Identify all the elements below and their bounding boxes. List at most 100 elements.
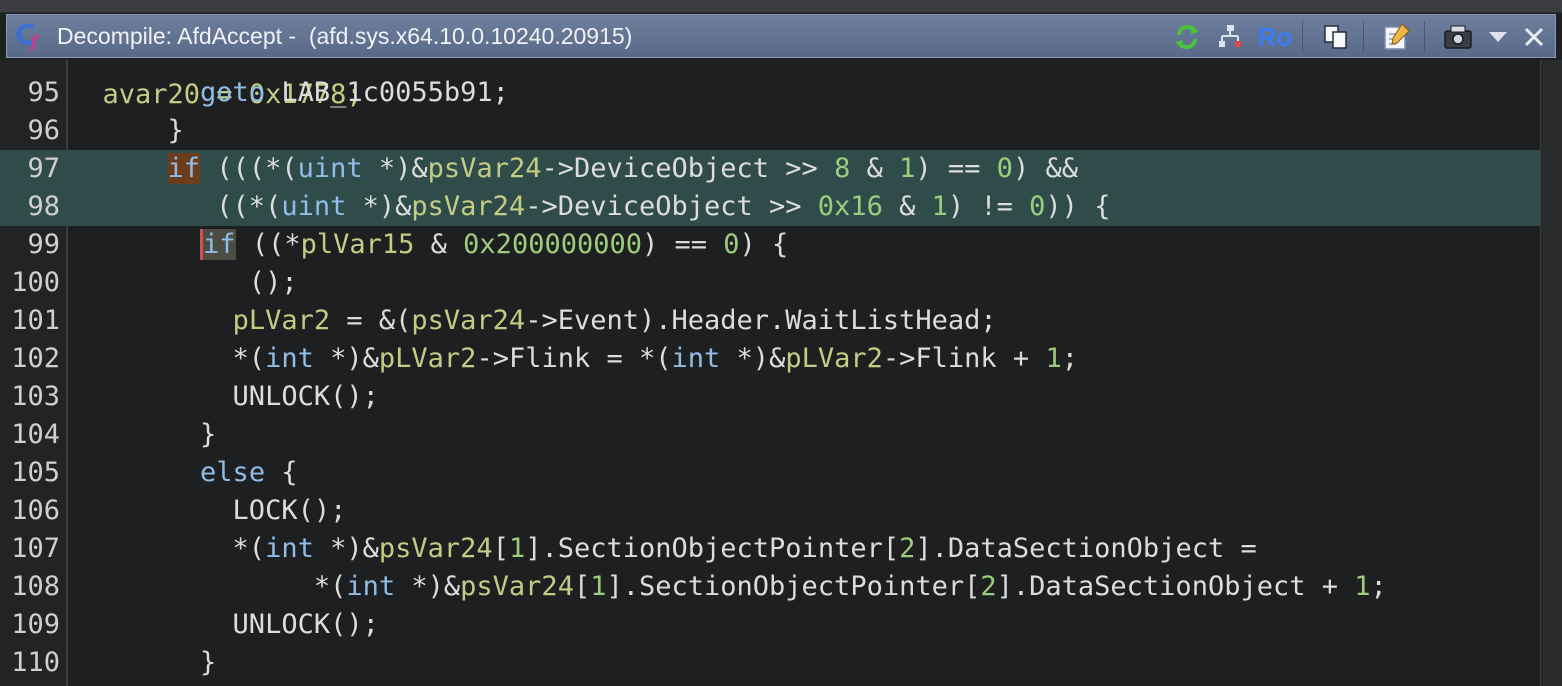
code-token: LAB_1c0055b91;	[265, 77, 509, 108]
code-line[interactable]: 102 *(int *)&pLVar2->Flink = *(int *)&pL…	[0, 340, 1540, 378]
code-token: int	[265, 343, 314, 374]
line-number: 105	[11, 457, 60, 488]
code-text[interactable]: }	[70, 416, 216, 454]
code-token: LOCK();	[70, 495, 347, 526]
copy-icon[interactable]	[1317, 19, 1355, 55]
code-token: ) !=	[947, 191, 1030, 222]
code-editor[interactable]: avar20 = 0x1778; 95 goto LAB_1c0055b91; 9…	[0, 60, 1540, 686]
refresh-icon[interactable]	[1168, 19, 1206, 55]
code-text[interactable]: if (((*(uint *)&psVar24->DeviceObject >>…	[70, 150, 1078, 188]
decompiler-window: Cf Decompile: AfdAccept - (afd.sys.x64.1…	[0, 0, 1562, 686]
code-token: int	[671, 343, 721, 374]
vertical-scrollbar[interactable]	[1540, 60, 1562, 686]
code-text[interactable]: LOCK();	[70, 492, 347, 530]
code-line[interactable]: 96 }	[0, 112, 1540, 150]
code-token: *)&	[346, 191, 412, 222]
code-token: UNLOCK();	[70, 609, 379, 640]
code-line[interactable]: 100 ();	[0, 264, 1540, 302]
code-token: ) ==	[641, 229, 724, 260]
code-text[interactable]: }	[70, 644, 216, 682]
code-line[interactable]: 108 *(int *)&psVar24[1].SectionObjectPoi…	[0, 568, 1540, 606]
code-text[interactable]: if ((*plVar15 & 0x200000000) == 0) {	[70, 226, 788, 264]
code-token: 2	[899, 533, 916, 564]
read-only-toggle[interactable]: Ro	[1256, 19, 1294, 55]
code-token: {	[265, 457, 298, 488]
line-number: 101	[11, 305, 60, 336]
snapshot-icon[interactable]	[1439, 19, 1477, 55]
code-token: ) ==	[915, 153, 997, 184]
code-token: = &(	[330, 305, 412, 336]
code-line[interactable]: 110 }	[0, 644, 1540, 682]
code-token: 0	[996, 153, 1013, 184]
code-token: ->Flink +	[882, 343, 1046, 374]
code-text[interactable]: }	[70, 112, 184, 150]
code-text[interactable]: pLVar2 = &(psVar24->Event).Header.WaitLi…	[70, 302, 997, 340]
code-token: pLVar2	[785, 343, 883, 374]
code-line[interactable]: 109 UNLOCK();	[0, 606, 1540, 644]
code-token: int	[346, 571, 396, 602]
code-token: ((*	[235, 229, 301, 260]
code-line[interactable]: 106 LOCK();	[0, 492, 1540, 530]
code-token: ;	[1061, 343, 1078, 374]
code-token: psVar24	[378, 533, 493, 564]
code-token: )) {	[1045, 191, 1111, 222]
line-number: 102	[11, 343, 60, 374]
code-text[interactable]: goto LAB_1c0055b91;	[70, 74, 509, 112]
code-token: 1	[899, 153, 916, 184]
decompiler-app-icon: Cf	[15, 18, 38, 53]
code-token: *(	[70, 343, 266, 374]
code-token: psVar24	[411, 191, 526, 222]
top-strip	[0, 0, 1562, 13]
line-number: 107	[11, 533, 60, 564]
code-token: 1	[1045, 343, 1062, 374]
code-token: }	[70, 647, 217, 678]
code-line[interactable]: 99 if ((*plVar15 & 0x200000000) == 0) {	[0, 226, 1540, 264]
code-token: psVar24	[460, 571, 574, 602]
line-number: 98	[27, 191, 60, 222]
code-token: *)&	[313, 533, 379, 564]
code-line[interactable]: 98 ((*(uint *)&psVar24->DeviceObject >> …	[0, 188, 1540, 226]
code-line[interactable]: 107 *(int *)&psVar24[1].SectionObjectPoi…	[0, 530, 1540, 568]
line-number: 109	[11, 609, 60, 640]
code-token: psVar24	[427, 153, 542, 184]
code-text[interactable]: UNLOCK();	[70, 606, 379, 644]
title-bar[interactable]: Cf Decompile: AfdAccept - (afd.sys.x64.1…	[6, 14, 1556, 58]
edit-icon[interactable]	[1378, 19, 1416, 55]
code-token: *(	[70, 571, 347, 602]
code-token: else	[200, 457, 266, 488]
code-token: *)&	[313, 343, 379, 374]
code-token: 8	[834, 153, 851, 184]
code-line[interactable]: 101 pLVar2 = &(psVar24->Event).Header.Wa…	[0, 302, 1540, 340]
code-text[interactable]: UNLOCK();	[70, 378, 379, 416]
code-token: uint	[281, 191, 347, 222]
code-token: &	[414, 229, 464, 260]
code-text[interactable]: ();	[70, 264, 298, 302]
code-text[interactable]: else {	[70, 454, 298, 492]
code-line[interactable]: 105 else {	[0, 454, 1540, 492]
line-number: 108	[11, 571, 60, 602]
code-token: (((*(	[200, 153, 298, 184]
code-line[interactable]: 104 }	[0, 416, 1540, 454]
code-token: pLVar2	[378, 343, 477, 374]
line-number: 97	[27, 153, 60, 184]
code-token: *)&	[362, 153, 428, 184]
code-token: *)&	[720, 343, 786, 374]
code-token: uint	[297, 153, 363, 184]
line-number: 95	[27, 77, 60, 108]
code-text[interactable]: ((*(uint *)&psVar24->DeviceObject >> 0x1…	[70, 188, 1110, 226]
graph-icon[interactable]	[1212, 19, 1250, 55]
code-token: ;	[1370, 571, 1387, 602]
close-icon[interactable]	[1519, 19, 1549, 55]
code-line[interactable]: 103 UNLOCK();	[0, 378, 1540, 416]
code-line[interactable]: 95 goto LAB_1c0055b91;	[0, 74, 1540, 112]
line-number: 96	[27, 115, 60, 146]
code-text[interactable]: *(int *)&psVar24[1].SectionObjectPointer…	[70, 568, 1387, 606]
code-text[interactable]: *(int *)&psVar24[1].SectionObjectPointer…	[70, 530, 1257, 568]
code-line[interactable]: 97 if (((*(uint *)&psVar24->DeviceObject…	[0, 150, 1540, 188]
code-token: 1	[931, 191, 948, 222]
chevron-down-icon[interactable]	[1483, 19, 1513, 55]
code-token: ].SectionObjectPointer[	[525, 533, 900, 564]
code-text[interactable]: *(int *)&pLVar2->Flink = *(int *)&pLVar2…	[70, 340, 1078, 378]
